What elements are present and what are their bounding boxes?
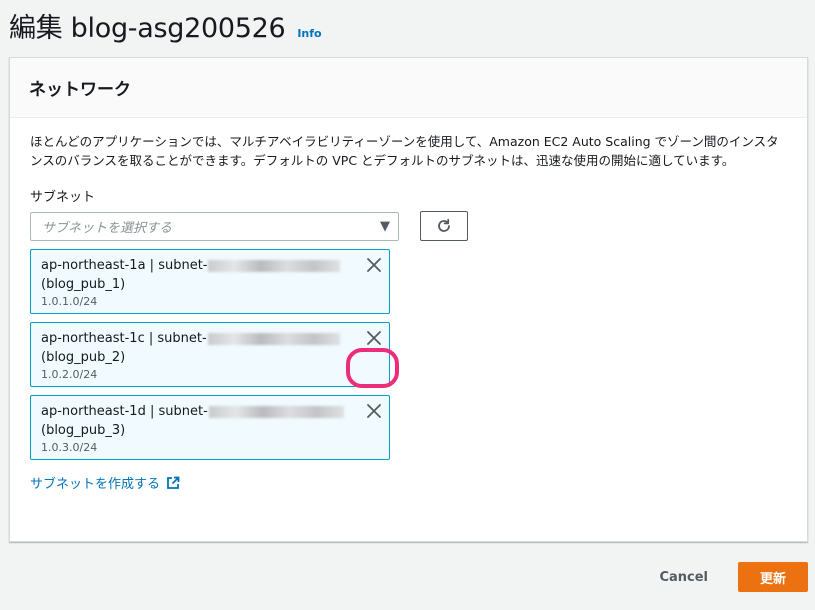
update-button[interactable]: 更新: [738, 562, 808, 592]
highlight-annotation: [346, 348, 399, 388]
redacted-subnet-id: [208, 259, 341, 272]
panel-body: ほとんどのアプリケーションでは、マルチアベイラビリティーゾーンを使用して、Ama…: [10, 118, 807, 492]
subnet-label: サブネット: [30, 190, 96, 205]
close-icon: [367, 258, 381, 272]
subnet-name: (blog_pub_3): [41, 423, 126, 438]
create-subnet-label: サブネットを作成する: [30, 477, 161, 492]
subnet-az-id: ap-northeast-1c | subnet-: [41, 331, 207, 346]
panel-description: ほとんどのアプリケーションでは、マルチアベイラビリティーゾーンを使用して、Ama…: [30, 134, 779, 168]
caret-down-icon: ▼: [380, 218, 390, 234]
subnet-select[interactable]: サブネットを選択する ▼: [30, 211, 399, 241]
form-footer: Cancel 更新: [659, 562, 808, 592]
cancel-button[interactable]: Cancel: [659, 570, 708, 585]
subnet-token: ap-northeast-1d | subnet- (blog_pub_3) 1…: [30, 395, 390, 460]
page-header: 編集 blog-asg200526 Info: [9, 6, 322, 45]
subnet-token: ap-northeast-1c | subnet- (blog_pub_2) 1…: [30, 322, 390, 387]
network-panel: ネットワーク ほとんどのアプリケーションでは、マルチアベイラビリティーゾーンを使…: [9, 57, 808, 542]
panel-header: ネットワーク: [10, 58, 807, 118]
redacted-subnet-id: [208, 405, 344, 418]
create-subnet-link[interactable]: サブネットを作成する: [30, 473, 787, 492]
close-icon: [367, 404, 381, 418]
info-link[interactable]: Info: [297, 27, 321, 40]
subnet-name: (blog_pub_2): [41, 350, 126, 365]
subnet-cidr: 1.0.3.0/24: [41, 441, 98, 454]
external-link-icon: [167, 476, 180, 489]
subnet-token: ap-northeast-1a | subnet- (blog_pub_1) 1…: [30, 249, 390, 314]
refresh-icon: [438, 218, 450, 232]
subnet-select-placeholder: サブネットを選択する: [42, 220, 173, 236]
subnet-name: (blog_pub_1): [41, 277, 126, 292]
redacted-subnet-id: [207, 332, 340, 345]
page-title: 編集 blog-asg200526: [9, 13, 286, 44]
subnet-cidr: 1.0.2.0/24: [41, 368, 98, 381]
subnet-cidr: 1.0.1.0/24: [41, 295, 98, 308]
remove-subnet-button[interactable]: [363, 254, 385, 276]
close-icon: [367, 331, 381, 345]
refresh-button[interactable]: [420, 211, 468, 241]
remove-subnet-button[interactable]: [363, 400, 385, 422]
panel-title: ネットワーク: [29, 80, 131, 100]
subnet-az-id: ap-northeast-1a | subnet-: [41, 258, 208, 273]
subnet-az-id: ap-northeast-1d | subnet-: [41, 404, 208, 419]
subnet-select-row: サブネットを選択する ▼: [30, 211, 787, 241]
remove-subnet-button[interactable]: [363, 327, 385, 349]
